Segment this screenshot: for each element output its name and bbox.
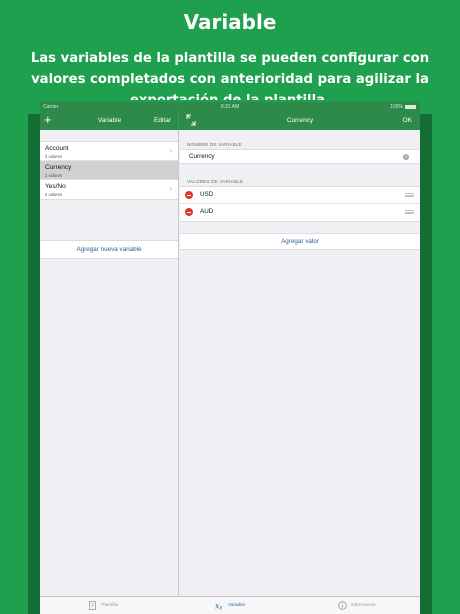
tab-label: Información bbox=[350, 603, 376, 608]
tab-bar: Plantilla xy Variable Información bbox=[40, 596, 420, 614]
tab-variable[interactable]: xy Variable bbox=[167, 597, 294, 614]
variable-count: 2 valores bbox=[45, 192, 62, 197]
value-text: AUD bbox=[200, 208, 214, 215]
ipad-screen: Carrier 8:31 AM 100% + Variable Editar C… bbox=[40, 102, 420, 614]
battery-percent: 100% bbox=[390, 104, 403, 110]
document-icon bbox=[89, 601, 97, 610]
ok-button[interactable]: OK bbox=[403, 117, 412, 124]
tab-informacion[interactable]: Información bbox=[293, 597, 420, 614]
tab-label: Plantilla bbox=[101, 603, 119, 608]
add-value-button[interactable]: Agregar valor bbox=[180, 233, 420, 250]
delete-icon[interactable] bbox=[185, 208, 193, 216]
svg-text:y: y bbox=[219, 605, 222, 610]
chevron-right-icon: › bbox=[169, 184, 172, 193]
variable-name: Yes/No bbox=[45, 183, 66, 190]
variable-list-panel: Account 2 valores › Currency 2 valores Y… bbox=[40, 130, 179, 596]
tab-label: Variable bbox=[227, 603, 246, 608]
variable-row-account[interactable]: Account 2 valores › bbox=[40, 142, 178, 161]
add-variable-button[interactable]: Agregar nueva variable bbox=[40, 240, 178, 259]
delete-icon[interactable] bbox=[185, 191, 193, 199]
battery-indicator: 100% bbox=[390, 104, 416, 110]
variable-name: Currency bbox=[45, 164, 72, 171]
value-text: USD bbox=[200, 191, 214, 198]
info-icon bbox=[337, 601, 347, 610]
navigation-bar: + Variable Editar Currency OK bbox=[40, 111, 420, 130]
name-section-label: NOMBRE DE VARIABLE bbox=[187, 142, 242, 147]
tab-plantilla[interactable]: Plantilla bbox=[40, 597, 167, 614]
variable-row-yes-no[interactable]: Yes/No 2 valores › bbox=[40, 180, 178, 199]
variable-count: 2 valores bbox=[45, 173, 62, 178]
variable-name: Account bbox=[45, 145, 69, 152]
clear-icon[interactable]: ✕ bbox=[403, 154, 409, 160]
promo-title: Variable bbox=[183, 10, 277, 34]
battery-icon bbox=[405, 105, 416, 109]
variable-detail-panel: NOMBRE DE VARIABLE Currency ✕ VALORES DE… bbox=[180, 130, 420, 596]
master-nav: + Variable Editar bbox=[40, 111, 179, 130]
values-section-label: VALORES DE VARIABLE bbox=[187, 179, 244, 184]
variable-row-currency[interactable]: Currency 2 valores bbox=[40, 161, 178, 180]
reorder-handle-icon[interactable] bbox=[405, 193, 414, 197]
reorder-handle-icon[interactable] bbox=[405, 210, 414, 214]
edit-button[interactable]: Editar bbox=[154, 117, 171, 124]
status-bar: Carrier 8:31 AM 100% bbox=[40, 102, 420, 111]
value-row[interactable]: AUD bbox=[180, 204, 420, 221]
variable-name-value: Currency bbox=[189, 153, 215, 160]
values-list: USD AUD bbox=[180, 186, 420, 222]
variable-name-field[interactable]: Currency ✕ bbox=[180, 149, 420, 164]
clock: 8:31 AM bbox=[220, 104, 240, 110]
value-row[interactable]: USD bbox=[180, 187, 420, 204]
variable-count: 2 valores bbox=[45, 154, 62, 159]
detail-title: Currency bbox=[286, 117, 314, 124]
variable-list: Account 2 valores › Currency 2 valores Y… bbox=[40, 141, 178, 200]
chevron-right-icon: › bbox=[169, 146, 172, 155]
variable-icon: xy bbox=[215, 602, 223, 611]
promo-description: Las variables de la plantilla se pueden … bbox=[30, 51, 430, 100]
